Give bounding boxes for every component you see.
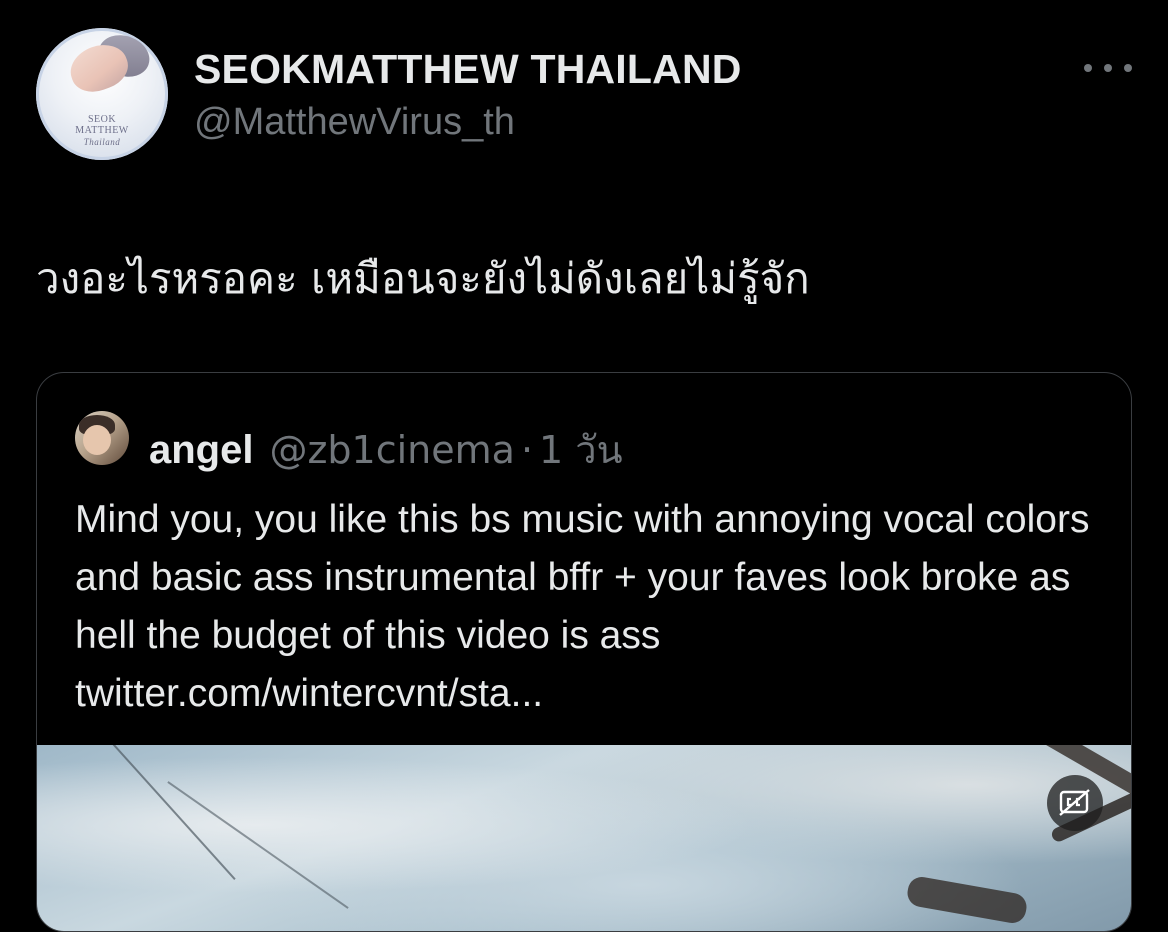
avatar-face	[83, 425, 111, 455]
author-display-name[interactable]: SEOKMATTHEW THAILAND	[194, 46, 742, 93]
video-frame-detail	[167, 781, 349, 909]
more-dots-icon	[1124, 64, 1132, 72]
video-frame-detail	[100, 745, 236, 880]
quoted-author-avatar[interactable]	[75, 411, 129, 465]
more-dots-icon	[1084, 64, 1092, 72]
video-frame-detail	[905, 874, 1029, 926]
author-avatar[interactable]: SEOK MATTHEW Thailand	[36, 28, 168, 160]
quoted-tweet-text: Mind you, you like this bs music with an…	[75, 498, 1090, 715]
more-dots-icon	[1104, 64, 1112, 72]
avatar-logo-text: Thailand	[83, 137, 121, 147]
closed-captions-off-icon	[1059, 789, 1090, 816]
author-handle[interactable]: @MatthewVirus_th	[194, 101, 515, 144]
quoted-tweet-card[interactable]: angel @zb1cinema · 1 วัน Mind you, you l…	[36, 372, 1132, 932]
header-separator: ·	[520, 428, 534, 472]
quoted-author-handle[interactable]: @zb1cinema	[269, 428, 514, 472]
tweet-text: วงอะไรหรอคะ เหมือนจะยังไม่ดังเลยไม่รู้จั…	[36, 254, 810, 303]
quoted-author-name[interactable]: angel	[149, 428, 253, 473]
more-options-button[interactable]	[1084, 60, 1132, 76]
quoted-tweet-time[interactable]: 1 วัน	[539, 419, 623, 480]
quoted-tweet-video[interactable]	[37, 745, 1131, 931]
avatar-logo-text: MATTHEW	[75, 125, 129, 136]
quoted-tweet-header: angel @zb1cinema · 1 วัน	[149, 419, 623, 480]
avatar-logo-text: SEOK	[87, 114, 117, 125]
captions-button[interactable]	[1047, 775, 1103, 831]
